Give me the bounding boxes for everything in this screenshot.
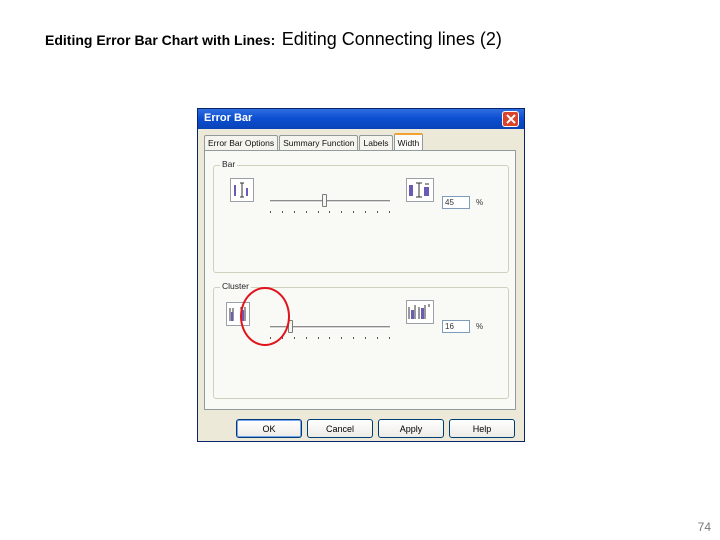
slider-ticks [270,337,390,340]
slider-track [270,200,390,203]
cluster-width-input[interactable] [442,320,470,333]
width-tab-panel: Bar 45 % Cluster 16 % [204,150,516,410]
close-icon [506,114,516,124]
wide-cluster-icon [406,300,434,324]
cluster-width-unit: % [476,322,484,331]
wide-bar-icon [406,178,434,202]
apply-button[interactable]: Apply [378,419,444,438]
tab-error-bar-options[interactable]: Error Bar Options [204,135,279,150]
tab-summary-function[interactable]: Summary Function [279,135,359,150]
tab-width[interactable]: Width [393,133,424,150]
slider-ticks [270,211,390,214]
bar-width-input[interactable] [442,196,470,209]
narrow-bar-icon [230,178,254,202]
close-button[interactable] [502,111,519,127]
bar-group-label: Bar [220,159,238,169]
bar-width-unit: % [476,198,484,207]
cancel-button[interactable]: Cancel [307,419,373,438]
slider-thumb[interactable] [322,194,327,207]
bar-group: Bar 45 % [213,159,509,273]
slide-title-bold: Editing Error Bar Chart with Lines: [45,32,276,48]
cluster-group-label: Cluster [220,281,251,291]
error-bar-dialog: Error Bar Error Bar Options Summary Func… [197,108,525,442]
help-button[interactable]: Help [449,419,515,438]
dialog-title: Error Bar [204,112,253,124]
dialog-titlebar[interactable]: Error Bar [198,109,524,129]
ok-button[interactable]: OK [236,419,302,438]
slide-title-normal: Editing Connecting lines (2) [281,29,502,49]
slide-title: Editing Error Bar Chart with Lines: Edit… [45,29,502,50]
page-number: 74 [697,520,711,534]
highlight-circle [240,287,290,346]
tab-strip: Error Bar Options Summary Function Label… [204,133,424,151]
tab-labels[interactable]: Labels [359,135,393,150]
bar-width-slider[interactable] [270,194,390,214]
